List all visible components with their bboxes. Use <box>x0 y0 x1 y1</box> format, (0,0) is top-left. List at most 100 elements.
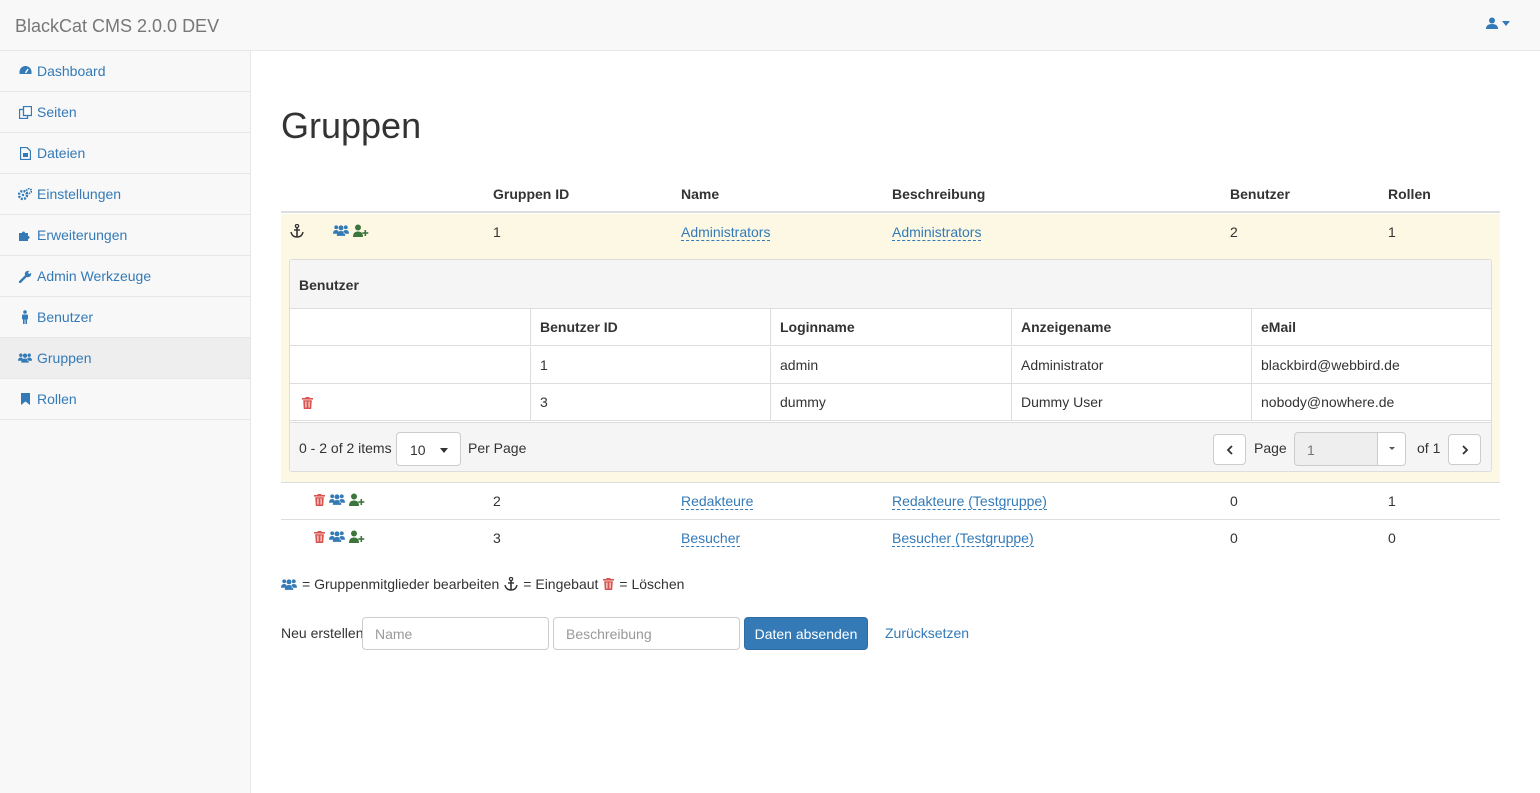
add-user-icon[interactable] <box>349 530 365 543</box>
wrench-icon <box>18 270 32 283</box>
sidebar-item-einstellungen[interactable]: Einstellungen <box>0 174 250 215</box>
submit-button[interactable]: Daten absenden <box>744 617 868 650</box>
sidebar-item-label: Gruppen <box>37 350 92 366</box>
column-header-loginname[interactable]: Loginname <box>770 309 1011 346</box>
edit-members-icon <box>281 578 297 590</box>
sidebar-item-benutzer[interactable]: Benutzer <box>0 297 250 338</box>
add-user-icon[interactable] <box>353 224 369 237</box>
column-header-name[interactable]: Name <box>681 186 719 202</box>
table-row[interactable]: 3 Besucher Besucher (Testgruppe) 0 0 <box>281 520 1500 557</box>
column-header-users[interactable]: Benutzer <box>1230 186 1290 202</box>
edit-members-icon[interactable] <box>329 530 345 543</box>
icon-legend: = Gruppenmitglieder bearbeiten = Eingeba… <box>281 576 684 592</box>
table-row: 3 dummy Dummy User nobody@nowhere.de <box>290 384 1491 421</box>
members-pager: 0 - 2 of 2 items 10 Per Page Page 1 of 1 <box>290 422 1491 471</box>
chevron-down-icon <box>440 448 448 453</box>
sidebar-item-erweiterungen[interactable]: Erweiterungen <box>0 215 250 256</box>
groups-table-header: Gruppen ID Name Beschreibung Benutzer Ro… <box>281 175 1500 213</box>
column-header-roles[interactable]: Rollen <box>1388 186 1431 202</box>
sidebar-item-label: Benutzer <box>37 309 94 325</box>
member-login: dummy <box>770 384 1011 421</box>
anchor-icon <box>290 224 304 238</box>
sidebar-item-label: Dashboard <box>37 63 106 79</box>
chevron-left-icon <box>1226 444 1233 455</box>
group-name-editable[interactable]: Redakteure <box>681 493 754 510</box>
edit-members-icon[interactable] <box>333 224 349 237</box>
sidebar-item-rollen[interactable]: Rollen <box>0 379 250 420</box>
group-user-count: 0 <box>1230 530 1238 546</box>
edit-members-icon[interactable] <box>329 493 345 506</box>
page-total: of 1 <box>1417 440 1441 456</box>
page-label: Page <box>1254 440 1287 456</box>
delete-icon[interactable] <box>314 493 325 506</box>
sidebar-item-label: Seiten <box>37 104 77 120</box>
table-row: 1 admin Administrator blackbird@webbird.… <box>290 347 1491 384</box>
sidebar-item-dateien[interactable]: Dateien <box>0 133 250 174</box>
column-header-email[interactable]: eMail <box>1251 309 1491 346</box>
pager-item-count: 0 - 2 of 2 items <box>299 440 392 456</box>
next-page-button[interactable] <box>1448 434 1481 465</box>
brand-title[interactable]: BlackCat CMS 2.0.0 DEV <box>15 16 219 37</box>
user-icon <box>1486 17 1498 29</box>
sidebar-item-seiten[interactable]: Seiten <box>0 92 250 133</box>
sidebar-item-label: Admin Werkzeuge <box>37 268 152 284</box>
page-dropdown-toggle[interactable] <box>1377 433 1405 465</box>
column-header-description[interactable]: Beschreibung <box>892 186 985 202</box>
page-number-input[interactable]: 1 <box>1294 432 1406 466</box>
new-group-name-input[interactable] <box>362 617 549 650</box>
legend-edit-members: = Gruppenmitglieder bearbeiten <box>302 576 500 592</box>
member-email: blackbird@webbird.de <box>1251 347 1491 384</box>
sidebar-item-admin-werkzeuge[interactable]: Admin Werkzeuge <box>0 256 250 297</box>
sidebar-item-dashboard[interactable]: Dashboard <box>0 51 250 92</box>
members-panel: Benutzer Benutzer ID Loginname Anzeigena… <box>289 259 1492 472</box>
user-menu[interactable] <box>1486 17 1510 29</box>
reset-link[interactable]: Zurücksetzen <box>885 625 969 641</box>
new-group-label: Neu erstellen <box>281 625 364 641</box>
dashboard-icon <box>18 65 32 77</box>
sidebar-item-gruppen[interactable]: Gruppen <box>0 338 250 379</box>
group-name-editable[interactable]: Besucher <box>681 530 741 547</box>
anchor-icon <box>504 577 519 591</box>
column-header-id[interactable]: Gruppen ID <box>493 186 569 202</box>
delete-icon <box>603 578 615 590</box>
new-group-description-input[interactable] <box>553 617 740 650</box>
member-display-name: Administrator <box>1011 347 1251 384</box>
sidebar-item-label: Erweiterungen <box>37 227 128 243</box>
pages-icon <box>18 105 32 119</box>
group-description-editable[interactable]: Administrators <box>892 224 982 241</box>
group-user-count: 0 <box>1230 493 1238 509</box>
group-name-editable[interactable]: Administrators <box>681 224 771 241</box>
prev-page-button[interactable] <box>1213 434 1246 465</box>
delete-icon[interactable] <box>314 530 325 543</box>
page-number-value: 1 <box>1307 442 1315 458</box>
person-icon <box>18 310 32 324</box>
member-id: 3 <box>530 384 770 421</box>
delete-icon[interactable] <box>302 397 313 410</box>
member-email: nobody@nowhere.de <box>1251 384 1491 421</box>
chevron-down-icon <box>1389 447 1395 450</box>
per-page-select[interactable]: 10 <box>396 432 461 466</box>
add-user-icon[interactable] <box>349 493 365 506</box>
group-role-count: 0 <box>1388 530 1396 546</box>
chevron-right-icon <box>1461 444 1468 455</box>
legend-builtin: = Eingebaut <box>523 576 599 592</box>
per-page-value: 10 <box>410 442 426 458</box>
sidebar-item-label: Rollen <box>37 391 77 407</box>
sidebar-item-label: Einstellungen <box>37 186 122 202</box>
group-role-count: 1 <box>1388 493 1396 509</box>
group-role-count: 1 <box>1388 224 1396 240</box>
column-header-displayname[interactable]: Anzeigename <box>1011 309 1251 346</box>
group-description-editable[interactable]: Redakteure (Testgruppe) <box>892 493 1047 510</box>
sidebar: Dashboard Seiten Dateien Einstellungen E… <box>0 51 251 793</box>
group-description-editable[interactable]: Besucher (Testgruppe) <box>892 530 1034 547</box>
chevron-down-icon <box>1502 20 1510 26</box>
members-table-header: Benutzer ID Loginname Anzeigename eMail <box>290 309 1491 346</box>
new-group-form: Neu erstellen Daten absenden Zurücksetze… <box>281 616 1500 651</box>
page-title: Gruppen <box>281 105 422 146</box>
users-icon <box>18 352 32 364</box>
table-row[interactable]: 1 Administrators Administrators 2 1 <box>281 214 1500 251</box>
member-login: admin <box>770 347 1011 384</box>
table-row[interactable]: 2 Redakteure Redakteure (Testgruppe) 0 1 <box>281 483 1500 520</box>
group-user-count: 2 <box>1230 224 1238 240</box>
column-header-user-id[interactable]: Benutzer ID <box>530 309 770 346</box>
